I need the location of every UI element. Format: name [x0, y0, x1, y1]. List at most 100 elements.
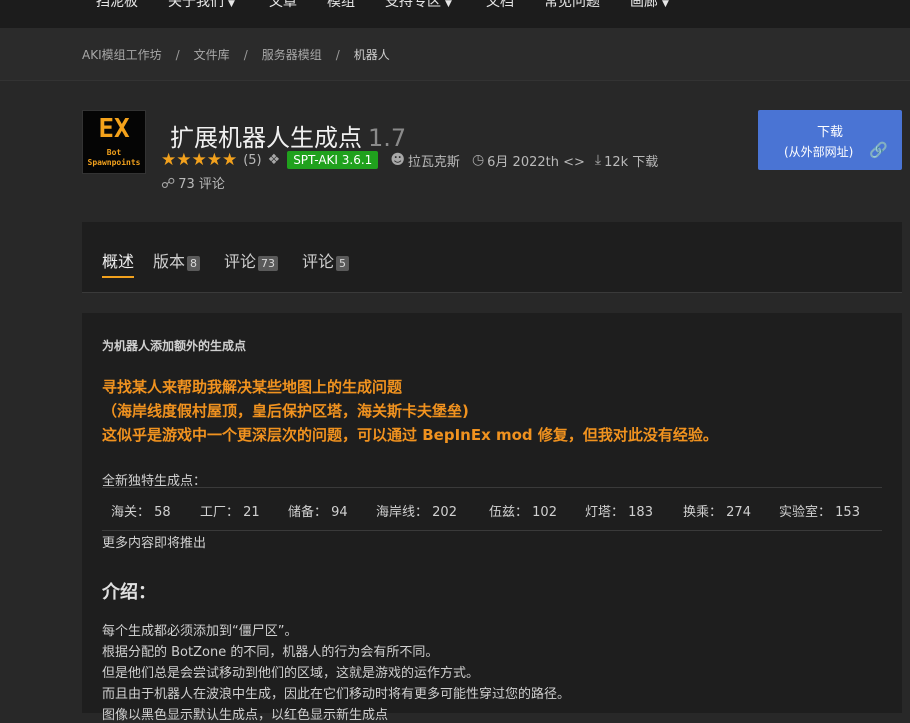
logo-title: EX [98, 114, 130, 144]
author[interactable]: ☻ 拉瓦克斯 [390, 151, 460, 170]
spawn-map: 海关： [111, 505, 151, 520]
more-coming: 更多内容即将推出 [102, 536, 207, 551]
breadcrumb-link-workshop[interactable]: AKI模组工作坊 [82, 48, 162, 62]
breadcrumb-separator: / [175, 48, 180, 62]
breadcrumb-separator: / [335, 48, 340, 62]
nav-label: 挡泥板 [96, 0, 138, 10]
tag-icon: ❖ [267, 152, 281, 168]
date: ◷ 6月 2022th <> [472, 151, 585, 170]
spawn-map: 实验室： [779, 505, 832, 520]
reviews-count[interactable]: ☍ 73 评论 [161, 173, 225, 192]
spawn-map: 工厂： [200, 505, 240, 520]
spawn-count: 274 [726, 505, 751, 520]
spawn-cell: 海关： 58 [111, 501, 171, 520]
version-badge[interactable]: SPT-AKI 3.6.1 [287, 151, 379, 169]
mod-title: 扩展机器人生成点 [170, 124, 362, 152]
date-text: 6月 2022th <> [487, 154, 585, 170]
nav-item-docs[interactable]: 文档 [486, 0, 514, 11]
breadcrumb: AKI模组工作坊 / 文件库 / 服务器模组 / 机器人 [82, 46, 390, 63]
downloads-text: 12k 下载 [604, 154, 659, 170]
rating-stars-icon[interactable]: ★★★★★ [161, 150, 237, 170]
tab-overview[interactable]: 概述 [102, 248, 135, 278]
tab-count-badge: 73 [258, 256, 279, 271]
nav-label: 画廊 [630, 0, 658, 10]
top-navigation: 挡泥板 关于我们 ▼ 文章 模组 支持专区 ▼ 文档 常见问题 画廊 ▼ [0, 0, 910, 28]
nav-label: 支持专区 [385, 0, 441, 10]
mod-version: 1.7 [368, 124, 407, 152]
notice-line: 寻找某人来帮助我解决某些地图上的生成问题 [102, 378, 403, 396]
chevron-down-icon: ▼ [445, 0, 452, 9]
spawn-cell: 实验室： 153 [779, 501, 860, 520]
external-link-icon: 🔗 [869, 141, 888, 159]
comments-icon: ☍ [161, 176, 176, 192]
download-icon: ⤓ [594, 152, 602, 168]
spawn-cell: 灯塔： 183 [585, 501, 653, 520]
tab-count-badge: 5 [336, 256, 350, 271]
download-label: 下载 [816, 125, 843, 140]
nav-label: 常见问题 [544, 0, 600, 10]
rating-count: (5) [243, 152, 262, 168]
spawn-table: 海关： 58 工厂： 21 储备： 94 海岸线： 202 伍兹： 102 灯塔… [102, 487, 882, 531]
tab-label: 评论 [302, 252, 335, 271]
intro-line: 每个生成都必须添加到“僵尸区”。 [102, 624, 298, 639]
spawn-cell: 储备： 94 [288, 501, 348, 520]
tab-versions[interactable]: 版本 8 [153, 248, 201, 272]
breadcrumb-link-library[interactable]: 文件库 [194, 48, 230, 62]
nav-item-mods[interactable]: 模组 [327, 0, 355, 11]
nav-item-about[interactable]: 关于我们 ▼ [168, 0, 235, 11]
tab-label: 评论 [224, 252, 257, 271]
nav-item-articles[interactable]: 文章 [269, 0, 297, 11]
notice-line: 这似乎是游戏中一个更深层次的问题，可以通过 BepInEx mod 修复，但我对… [102, 426, 718, 444]
intro-heading: 介绍： [102, 582, 156, 603]
tab-reviews[interactable]: 评论 73 [224, 248, 279, 272]
spawn-map: 伍兹： [489, 505, 529, 520]
spawn-map: 海岸线： [376, 505, 429, 520]
spawn-cell: 工厂： 21 [200, 501, 260, 520]
nav-item-support[interactable]: 支持专区 ▼ [385, 0, 452, 11]
page-title: 扩展机器人生成点 1.7 [170, 118, 406, 153]
spawn-map: 换乘： [683, 505, 723, 520]
tab-label: 概述 [102, 252, 135, 271]
tab-bar: 概述 版本 8 评论 73 评论 5 [82, 222, 902, 293]
nav-item-gallery[interactable]: 画廊 ▼ [630, 0, 669, 11]
clock-icon: ◷ [471, 152, 485, 168]
spawn-count: 102 [532, 505, 557, 520]
breadcrumb-bar: AKI模组工作坊 / 文件库 / 服务器模组 / 机器人 [0, 28, 910, 81]
nav-item-faq[interactable]: 常见问题 [544, 0, 600, 11]
tab-count-badge: 8 [187, 256, 201, 271]
tab-label: 版本 [153, 252, 186, 271]
chevron-down-icon: ▼ [662, 0, 669, 9]
tags: ❖ SPT-AKI 3.6.1 [268, 151, 379, 169]
downloads: ⤓ 12k 下载 [595, 151, 658, 170]
breadcrumb-separator: / [243, 48, 248, 62]
nav-label: 模组 [327, 0, 355, 10]
reviews-text: 73 评论 [178, 177, 225, 192]
download-sublabel: (从外部网址) [784, 145, 854, 159]
download-button[interactable]: 下载 (从外部网址) 🔗 [758, 110, 902, 170]
logo-subtitle-line1: Bot [106, 148, 122, 157]
nav-item-mudguard[interactable]: 挡泥板 [96, 0, 138, 11]
notice-line: （海岸线度假村屋顶，皇后保护区塔，海关斯卡夫堡垒) [102, 402, 469, 420]
intro-line: 根据分配的 BotZone 的不同，机器人的行为会有所不同。 [102, 645, 439, 660]
spawn-map: 灯塔： [585, 505, 625, 520]
spawn-map: 储备： [288, 505, 328, 520]
spawn-count: 183 [628, 505, 653, 520]
nav-label: 关于我们 [168, 0, 224, 10]
breadcrumb-current[interactable]: 机器人 [354, 48, 390, 62]
chevron-down-icon: ▼ [228, 0, 235, 9]
breadcrumb-link-server-mods[interactable]: 服务器模组 [262, 48, 322, 62]
spawn-count: 202 [432, 505, 457, 520]
nav-label: 文档 [486, 0, 514, 10]
mod-logo: EX Bot Spawnpoints [82, 110, 146, 174]
spawn-cell: 海岸线： 202 [376, 501, 457, 520]
nav-label: 文章 [269, 0, 297, 10]
spawn-count: 58 [154, 505, 171, 520]
spawn-count: 21 [243, 505, 260, 520]
author-name: 拉瓦克斯 [407, 154, 460, 170]
tab-comments[interactable]: 评论 5 [302, 248, 350, 272]
logo-subtitle: Bot Spawnpoints [83, 148, 145, 168]
intro-line: 图像以黑色显示默认生成点，以红色显示新生成点 [102, 708, 389, 723]
spawn-count: 153 [835, 505, 860, 520]
description-heading: 为机器人添加额外的生成点 [102, 339, 247, 353]
spawn-count: 94 [331, 505, 348, 520]
